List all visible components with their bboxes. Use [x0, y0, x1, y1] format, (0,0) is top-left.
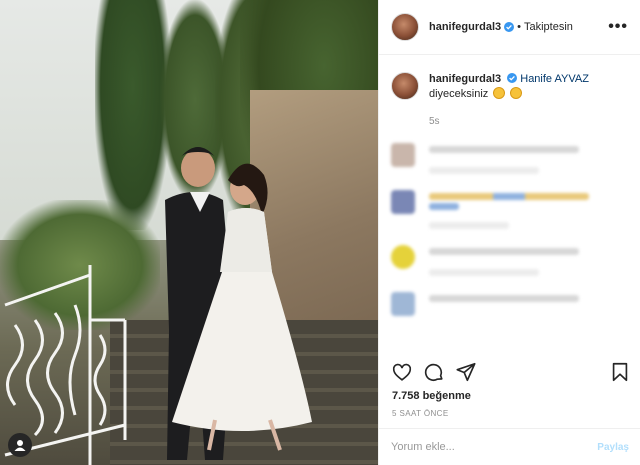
share-button[interactable] — [455, 361, 477, 383]
blurred-comment — [429, 292, 629, 316]
face-with-hand-emoji-icon — [510, 87, 523, 99]
more-options-button[interactable]: ••• — [608, 19, 628, 35]
save-button[interactable] — [609, 361, 631, 383]
blurred-avatar — [391, 143, 415, 167]
post-actions — [391, 360, 631, 384]
caption-body: hanifegurdal3 Hanife AYVAZ diyeceksiniz — [429, 72, 589, 102]
add-comment-form: Paylaş — [379, 428, 640, 465]
verified-badge-icon — [504, 22, 515, 32]
caption-username[interactable]: hanifegurdal3 — [429, 73, 501, 85]
smiling-face-emoji-icon — [493, 87, 506, 99]
list-item — [391, 190, 629, 229]
blurred-comment — [429, 245, 629, 276]
speech-bubble-icon — [424, 363, 443, 382]
like-button[interactable] — [391, 361, 413, 383]
blurred-comment — [429, 190, 629, 229]
paper-plane-icon — [456, 362, 476, 382]
username-link[interactable]: hanifegurdal3 — [429, 21, 501, 33]
user-tag-icon[interactable] — [8, 433, 32, 457]
list-item — [391, 292, 629, 316]
post-comment-button[interactable]: Paylaş — [597, 442, 629, 453]
comment-button[interactable] — [423, 361, 445, 383]
follow-status-button[interactable]: Takiptesin — [524, 21, 573, 33]
post-photo[interactable] — [0, 0, 378, 465]
heart-icon — [392, 363, 412, 381]
avatar[interactable] — [391, 13, 419, 41]
post-caption: hanifegurdal3 Hanife AYVAZ diyeceksiniz — [391, 72, 629, 102]
likes-count-button[interactable]: 7.758 beğenme — [392, 390, 471, 402]
list-item — [391, 143, 629, 174]
caption-text: diyeceksiniz — [429, 88, 489, 100]
caption-timestamp: 5s — [429, 116, 440, 127]
verified-badge-icon — [507, 73, 518, 83]
blurred-avatar — [391, 190, 415, 214]
list-item — [391, 245, 629, 276]
post-header: hanifegurdal3 • Takiptesin ••• — [379, 0, 640, 55]
blurred-avatar — [391, 245, 415, 269]
post-side-panel: hanifegurdal3 • Takiptesin ••• hanifegur… — [378, 0, 640, 465]
comment-input[interactable] — [391, 441, 598, 453]
comments-list[interactable]: hanifegurdal3 Hanife AYVAZ diyeceksiniz … — [379, 56, 640, 356]
avatar[interactable] — [391, 72, 419, 100]
separator-dot: • — [517, 21, 521, 33]
post-time-ago: 5 SAAT ÖNCE — [392, 409, 449, 418]
bookmark-icon — [612, 362, 628, 382]
blurred-comment — [429, 143, 629, 174]
caption-mention-link[interactable]: Hanife AYVAZ — [520, 73, 589, 85]
photo-couple — [165, 147, 312, 460]
blurred-avatar — [391, 292, 415, 316]
